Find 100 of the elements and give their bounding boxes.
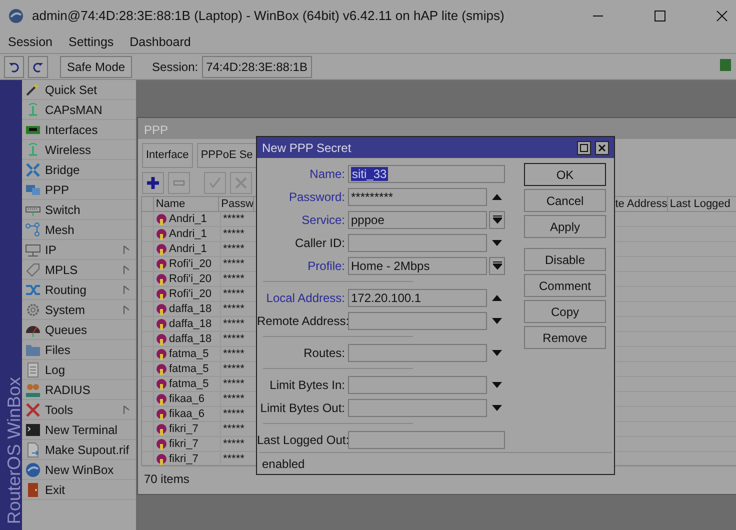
window-title: PPP: [138, 118, 736, 139]
table-cell: Andri_1: [169, 242, 207, 257]
tab[interactable]: Interface: [142, 143, 193, 168]
field-label: Routes:: [302, 344, 346, 362]
item-count: 70 items: [143, 471, 190, 488]
maximize-icon[interactable]: [654, 10, 666, 22]
input-field[interactable]: pppoe: [348, 210, 487, 228]
sidebar-item[interactable]: Exit: [22, 480, 136, 500]
sidebar-item[interactable]: Mesh: [22, 220, 136, 240]
add-button[interactable]: [142, 172, 164, 194]
menu-item[interactable]: Session: [8, 33, 52, 52]
table-cell: fatma_5: [169, 362, 209, 377]
input-field[interactable]: [348, 234, 487, 252]
sidebar-item[interactable]: Interfaces: [22, 120, 136, 140]
column-header[interactable]: Name: [154, 197, 220, 212]
sidebar-item[interactable]: PPP: [22, 180, 136, 200]
redo-button[interactable]: [28, 56, 48, 78]
dropdown-button[interactable]: [489, 256, 505, 274]
sidebar-item[interactable]: Bridge: [22, 160, 136, 180]
table-cell: fikaa_6: [169, 392, 204, 407]
input-field[interactable]: *********: [348, 188, 487, 206]
close-button[interactable]: [595, 140, 609, 154]
sidebar-item[interactable]: Queues: [22, 320, 136, 340]
table-cell: fikaa_6: [169, 407, 204, 422]
down-arrow-icon[interactable]: [492, 350, 502, 356]
input-field[interactable]: Home - 2Mbps: [348, 256, 487, 274]
sidebar-item[interactable]: Routing: [22, 280, 136, 300]
maximize-button[interactable]: [577, 140, 591, 154]
terminal-icon: [25, 422, 41, 438]
session-label: Session:: [152, 58, 198, 76]
input-field[interactable]: [348, 398, 487, 416]
sidebar-item[interactable]: Files: [22, 340, 136, 360]
input-field[interactable]: siti_33: [348, 164, 505, 182]
field-label: Name:: [308, 166, 346, 182]
close-icon[interactable]: [716, 10, 728, 22]
input-field[interactable]: [348, 430, 505, 448]
field-label: Caller ID:: [294, 234, 346, 252]
up-arrow-icon[interactable]: [492, 194, 502, 200]
down-arrow-icon[interactable]: [492, 240, 502, 246]
user-icon: [156, 424, 167, 436]
down-arrow-icon[interactable]: [492, 382, 502, 388]
dialog-button[interactable]: Remove: [524, 326, 606, 349]
table-cell: Rofi'i_20: [169, 287, 212, 302]
dialog-button[interactable]: Disable: [524, 248, 606, 271]
up-arrow-icon[interactable]: [492, 294, 502, 300]
sidebar-item[interactable]: New WinBox: [22, 460, 136, 480]
status-indicator: [720, 59, 731, 71]
user-icon: [156, 304, 167, 316]
menu-item[interactable]: Dashboard: [130, 33, 191, 52]
table-cell: Andri_1: [169, 227, 207, 242]
dropdown-icon: [492, 214, 502, 224]
sidebar-item[interactable]: MPLS: [22, 260, 136, 280]
window-title: admin@74:4D:28:3E:88:1B (Laptop) - WinBox (64bit) v6.42.11 on hAP lite (smips): [32, 7, 506, 26]
sidebar-item[interactable]: Log: [22, 360, 136, 380]
table-cell: fikri_7: [169, 422, 198, 437]
column-header[interactable]: Passw: [219, 197, 254, 212]
column-header[interactable]: Last Logged: [668, 197, 736, 212]
sidebar-item[interactable]: Switch: [22, 200, 136, 220]
sidebar-item[interactable]: CAPsMAN: [22, 100, 136, 120]
input-field[interactable]: [348, 312, 487, 330]
undo-icon: [8, 61, 20, 74]
user-icon: [156, 318, 167, 330]
table-cell: fatma_5: [169, 377, 209, 392]
table-cell: fikri_7: [169, 437, 198, 452]
sidebar-item[interactable]: Make Supout.rif: [22, 440, 136, 460]
field-label: Service:: [300, 212, 346, 228]
dialog-button[interactable]: Cancel: [524, 189, 606, 212]
menu-item[interactable]: Settings: [68, 33, 114, 52]
dropdown-icon: [492, 260, 502, 270]
dropdown-button[interactable]: [489, 210, 505, 228]
sidebar-item[interactable]: Wireless: [22, 140, 136, 160]
brand-text: RouterOS WinBox: [3, 376, 25, 524]
sidebar-item[interactable]: IP: [22, 240, 136, 260]
undo-button[interactable]: [4, 56, 24, 78]
sidebar-item[interactable]: RADIUS: [22, 380, 136, 400]
tab[interactable]: PPPoE Se: [196, 143, 257, 168]
session-field[interactable]: 74:4D:28:3E:88:1B: [202, 56, 312, 78]
file-arrow-icon: [25, 442, 41, 458]
dialog-button[interactable]: Copy: [524, 300, 606, 323]
dialog-button[interactable]: OK: [524, 163, 606, 186]
app-logo-icon: [8, 8, 24, 24]
user-icon: [156, 408, 167, 420]
gear-icon: [25, 302, 41, 318]
sidebar-item[interactable]: New Terminal: [22, 420, 136, 440]
user-icon: [156, 394, 167, 406]
user-icon: [156, 454, 167, 466]
user-icon: [156, 348, 167, 360]
input-field[interactable]: 172.20.100.1: [348, 288, 487, 306]
input-field[interactable]: [348, 376, 487, 394]
down-arrow-icon[interactable]: [492, 318, 502, 324]
table-cell: daffa_18: [169, 332, 212, 347]
sidebar-item[interactable]: Quick Set: [22, 80, 136, 100]
input-field[interactable]: [348, 344, 487, 362]
table-cell: fikri_7: [169, 452, 198, 467]
dialog-button[interactable]: Apply: [524, 215, 606, 238]
dialog-button[interactable]: Comment: [524, 274, 606, 297]
down-arrow-icon[interactable]: [492, 404, 502, 410]
safe-mode-button[interactable]: Safe Mode: [60, 56, 132, 78]
sidebar-item[interactable]: System: [22, 300, 136, 320]
sidebar-item[interactable]: Tools: [22, 400, 136, 420]
